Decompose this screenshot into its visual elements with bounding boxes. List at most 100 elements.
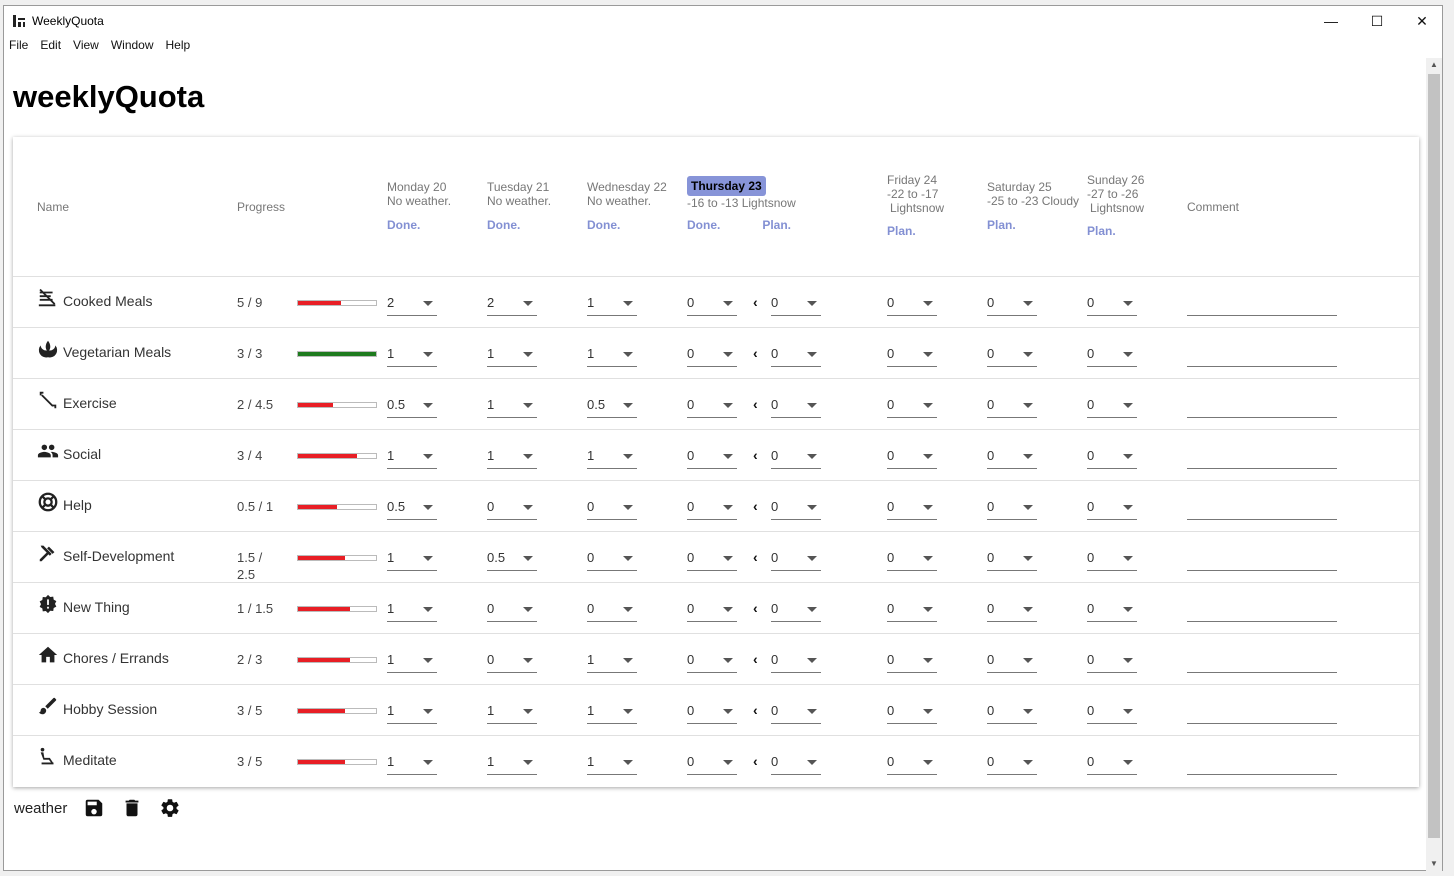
quantity-select[interactable]: 0 bbox=[687, 702, 737, 724]
delete-icon[interactable] bbox=[121, 797, 143, 819]
quantity-select[interactable]: 0 bbox=[587, 600, 637, 622]
quantity-select[interactable]: 0.5 bbox=[387, 498, 437, 520]
quantity-select[interactable]: 0 bbox=[771, 396, 821, 418]
quantity-select[interactable]: 0 bbox=[887, 396, 937, 418]
comment-input[interactable] bbox=[1187, 600, 1337, 622]
quantity-select[interactable]: 0 bbox=[887, 447, 937, 469]
vertical-scrollbar[interactable]: ▲ ▼ bbox=[1426, 58, 1442, 871]
comment-input[interactable] bbox=[1187, 498, 1337, 520]
maximize-button[interactable]: ☐ bbox=[1354, 6, 1400, 36]
quantity-select[interactable]: 1 bbox=[387, 345, 437, 367]
quantity-select[interactable]: 0 bbox=[987, 345, 1037, 367]
quantity-select[interactable]: 0 bbox=[587, 549, 637, 571]
quantity-select[interactable]: 0 bbox=[1087, 498, 1137, 520]
quantity-select[interactable]: 0 bbox=[771, 651, 821, 673]
quantity-select[interactable]: 0.5 bbox=[387, 396, 437, 418]
quantity-select[interactable]: 1 bbox=[587, 447, 637, 469]
quantity-select[interactable]: 1 bbox=[587, 651, 637, 673]
quantity-select[interactable]: 2 bbox=[487, 294, 537, 316]
quantity-select[interactable]: 0 bbox=[771, 600, 821, 622]
copy-plan-icon[interactable]: ‹ bbox=[753, 447, 758, 463]
mode-plan-link[interactable]: Plan. bbox=[987, 218, 1079, 232]
mode-plan-link[interactable]: Plan. bbox=[762, 218, 791, 232]
quantity-select[interactable]: 0 bbox=[987, 651, 1037, 673]
quantity-select[interactable]: 0 bbox=[987, 753, 1037, 775]
quantity-select[interactable]: 0 bbox=[987, 498, 1037, 520]
quantity-select[interactable]: 0 bbox=[987, 447, 1037, 469]
copy-plan-icon[interactable]: ‹ bbox=[753, 753, 758, 769]
mode-plan-link[interactable]: Plan. bbox=[887, 224, 944, 238]
mode-done-link[interactable]: Done. bbox=[687, 218, 720, 232]
quantity-select[interactable]: 0 bbox=[1087, 294, 1137, 316]
save-icon[interactable] bbox=[83, 797, 105, 819]
comment-input[interactable] bbox=[1187, 396, 1337, 418]
comment-input[interactable] bbox=[1187, 345, 1337, 367]
comment-input[interactable] bbox=[1187, 294, 1337, 316]
quantity-select[interactable]: 0 bbox=[771, 753, 821, 775]
quantity-select[interactable]: 0 bbox=[687, 753, 737, 775]
copy-plan-icon[interactable]: ‹ bbox=[753, 345, 758, 361]
quantity-select[interactable]: 0 bbox=[887, 600, 937, 622]
mode-plan-link[interactable]: Plan. bbox=[1087, 224, 1144, 238]
quantity-select[interactable]: 0 bbox=[687, 651, 737, 673]
quantity-select[interactable]: 0 bbox=[1087, 600, 1137, 622]
quantity-select[interactable]: 0 bbox=[1087, 702, 1137, 724]
menu-window[interactable]: Window bbox=[106, 38, 159, 56]
quantity-select[interactable]: 0 bbox=[887, 702, 937, 724]
quantity-select[interactable]: 0 bbox=[1087, 345, 1137, 367]
settings-icon[interactable] bbox=[159, 797, 181, 819]
quantity-select[interactable]: 0 bbox=[887, 345, 937, 367]
quantity-select[interactable]: 0 bbox=[987, 549, 1037, 571]
quantity-select[interactable]: 1 bbox=[387, 447, 437, 469]
comment-input[interactable] bbox=[1187, 651, 1337, 673]
quantity-select[interactable]: 1 bbox=[487, 753, 537, 775]
quantity-select[interactable]: 0 bbox=[887, 498, 937, 520]
copy-plan-icon[interactable]: ‹ bbox=[753, 294, 758, 310]
quantity-select[interactable]: 0 bbox=[687, 345, 737, 367]
quantity-select[interactable]: 1 bbox=[387, 753, 437, 775]
copy-plan-icon[interactable]: ‹ bbox=[753, 600, 758, 616]
quantity-select[interactable]: 1 bbox=[387, 702, 437, 724]
quantity-select[interactable]: 0 bbox=[771, 345, 821, 367]
copy-plan-icon[interactable]: ‹ bbox=[753, 651, 758, 667]
comment-input[interactable] bbox=[1187, 549, 1337, 571]
quantity-select[interactable]: 1 bbox=[387, 600, 437, 622]
quantity-select[interactable]: 0 bbox=[987, 702, 1037, 724]
quantity-select[interactable]: 2 bbox=[387, 294, 437, 316]
comment-input[interactable] bbox=[1187, 447, 1337, 469]
menu-view[interactable]: View bbox=[68, 38, 104, 56]
scroll-thumb[interactable] bbox=[1428, 74, 1440, 838]
scroll-down-icon[interactable]: ▼ bbox=[1426, 857, 1442, 871]
quantity-select[interactable]: 0 bbox=[887, 549, 937, 571]
quantity-select[interactable]: 0 bbox=[987, 294, 1037, 316]
quantity-select[interactable]: 1 bbox=[487, 447, 537, 469]
quantity-select[interactable]: 0 bbox=[487, 651, 537, 673]
mode-done-link[interactable]: Done. bbox=[487, 218, 551, 232]
quantity-select[interactable]: 1 bbox=[587, 702, 637, 724]
quantity-select[interactable]: 0 bbox=[887, 753, 937, 775]
quantity-select[interactable]: 1 bbox=[487, 345, 537, 367]
quantity-select[interactable]: 0 bbox=[687, 447, 737, 469]
quantity-select[interactable]: 0 bbox=[771, 549, 821, 571]
scroll-up-icon[interactable]: ▲ bbox=[1426, 58, 1442, 72]
quantity-select[interactable]: 0 bbox=[687, 396, 737, 418]
quantity-select[interactable]: 0 bbox=[687, 549, 737, 571]
quantity-select[interactable]: 0 bbox=[771, 702, 821, 724]
quantity-select[interactable]: 0 bbox=[987, 396, 1037, 418]
weather-button[interactable]: weather bbox=[14, 800, 67, 817]
quantity-select[interactable]: 0 bbox=[687, 600, 737, 622]
quantity-select[interactable]: 1 bbox=[587, 294, 637, 316]
quantity-select[interactable]: 0 bbox=[1087, 753, 1137, 775]
mode-done-link[interactable]: Done. bbox=[387, 218, 451, 232]
quantity-select[interactable]: 1 bbox=[587, 753, 637, 775]
copy-plan-icon[interactable]: ‹ bbox=[753, 549, 758, 565]
copy-plan-icon[interactable]: ‹ bbox=[753, 498, 758, 514]
menu-edit[interactable]: Edit bbox=[35, 38, 66, 56]
quantity-select[interactable]: 0 bbox=[1087, 396, 1137, 418]
quantity-select[interactable]: 0 bbox=[887, 294, 937, 316]
quantity-select[interactable]: 0 bbox=[987, 600, 1037, 622]
quantity-select[interactable]: 0 bbox=[487, 498, 537, 520]
minimize-button[interactable]: — bbox=[1308, 6, 1354, 36]
quantity-select[interactable]: 0 bbox=[587, 498, 637, 520]
menu-file[interactable]: File bbox=[4, 38, 33, 56]
